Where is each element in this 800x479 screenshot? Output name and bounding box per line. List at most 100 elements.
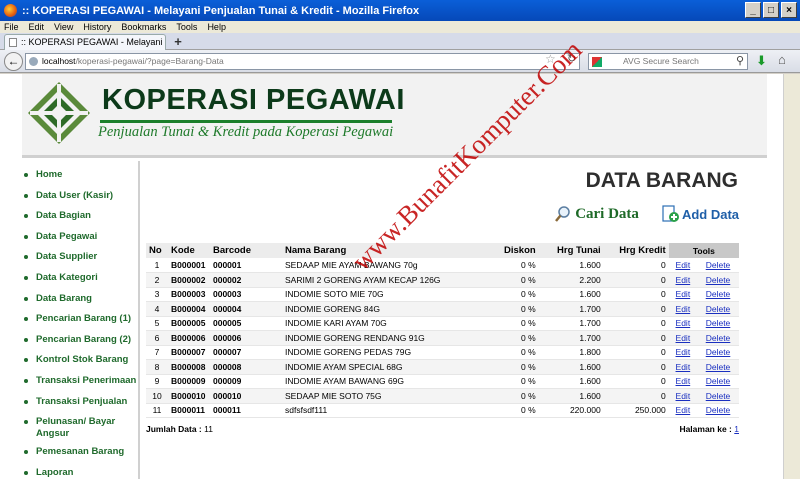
table-row: 11 B000011 000011 sdfsfsdf111 0 % 220.000 250.…	[146, 403, 739, 418]
cell-hrg-tunai: 1.600	[538, 287, 604, 302]
menu-file[interactable]: File	[4, 21, 19, 33]
edit-link[interactable]: Edit	[676, 304, 691, 314]
cell-nama-barang: INDOMIE GORENG PEDAS 79G	[282, 345, 501, 360]
cell-diskon: 0 %	[501, 388, 539, 404]
menu-view[interactable]: View	[54, 21, 73, 33]
cell-diskon: 0 %	[501, 287, 539, 302]
delete-link[interactable]: Delete	[706, 260, 731, 270]
browser-tab[interactable]: :: KOPERASI PEGAWAI - Melayani Penjualan…	[4, 34, 166, 50]
cell-hrg-tunai: 1.600	[538, 374, 604, 389]
pagination: Halaman ke : 1	[679, 424, 739, 434]
new-tab-button[interactable]: +	[170, 35, 186, 49]
menu-bookmarks[interactable]: Bookmarks	[121, 21, 166, 33]
cell-kode: B000008	[168, 359, 210, 375]
sidebar-item-data-pegawai[interactable]: Data Pegawai	[22, 231, 138, 252]
edit-link[interactable]: Edit	[676, 347, 691, 357]
delete-link[interactable]: Delete	[706, 275, 731, 285]
sidebar-item-data-supplier[interactable]: Data Supplier	[22, 251, 138, 272]
vertical-scrollbar[interactable]	[783, 74, 800, 479]
sidebar-item-kontrol-stok[interactable]: Kontrol Stok Barang	[22, 354, 138, 375]
edit-link[interactable]: Edit	[676, 405, 691, 415]
jumlah-data: Jumlah Data : 11	[146, 424, 213, 434]
search-data-button[interactable]: Cari Data	[554, 205, 639, 223]
cell-hrg-tunai: 1.700	[538, 301, 604, 317]
table-row: 4 B000004 000004 INDOMIE GORENG 84G 0 % 1.700…	[146, 301, 739, 317]
edit-link[interactable]: Edit	[676, 376, 691, 386]
menu-help[interactable]: Help	[207, 21, 226, 33]
search-input[interactable]: AVG Secure Search ⚲	[588, 53, 748, 70]
reload-icon[interactable]: ↻	[567, 52, 576, 65]
delete-link[interactable]: Delete	[706, 318, 731, 328]
col-diskon: Diskon	[501, 243, 539, 258]
search-icon[interactable]: ⚲	[736, 54, 744, 69]
menu-edit[interactable]: Edit	[29, 21, 45, 33]
edit-link[interactable]: Edit	[676, 362, 691, 372]
table-row: 2 B000002 000002 SARIMI 2 GORENG AYAM KECAP…	[146, 272, 739, 288]
edit-link[interactable]: Edit	[676, 391, 691, 401]
close-button[interactable]: ×	[781, 2, 797, 18]
minimize-button[interactable]: _	[745, 2, 761, 18]
table-row: 9 B000009 000009 INDOMIE AYAM BAWANG 69G 0 %…	[146, 374, 739, 389]
sidebar-item-home[interactable]: Home	[22, 169, 138, 190]
delete-link[interactable]: Delete	[706, 347, 731, 357]
delete-link[interactable]: Delete	[706, 405, 731, 415]
cell-edit: Edit	[668, 258, 698, 273]
jumlah-data-label: Jumlah Data :	[146, 424, 202, 434]
address-bar[interactable]: localhost/koperasi-pegawai/?page=Barang-…	[25, 53, 580, 70]
edit-link[interactable]: Edit	[676, 289, 691, 299]
back-arrow-icon[interactable]: ←	[4, 52, 23, 71]
navigation-toolbar: ← localhost/koperasi-pegawai/?page=Baran…	[0, 50, 800, 73]
halaman-label: Halaman ke :	[679, 424, 732, 434]
sidebar-item-data-barang[interactable]: Data Barang	[22, 293, 138, 314]
sidebar-item-transaksi-penjualan[interactable]: Transaksi Penjualan	[22, 396, 138, 417]
cell-edit: Edit	[668, 287, 698, 302]
sidebar-item-data-kategori[interactable]: Data Kategori	[22, 272, 138, 293]
sidebar-item-pemesanan-barang[interactable]: Pemesanan Barang	[22, 446, 138, 467]
sidebar-item-data-user[interactable]: Data User (Kasir)	[22, 190, 138, 211]
sidebar-item-data-bagian[interactable]: Data Bagian	[22, 210, 138, 231]
edit-link[interactable]: Edit	[676, 260, 691, 270]
maximize-button[interactable]: □	[763, 2, 779, 18]
edit-link[interactable]: Edit	[676, 333, 691, 343]
page-link-1[interactable]: 1	[734, 424, 739, 434]
cell-diskon: 0 %	[501, 359, 539, 375]
col-tools: Tools	[668, 243, 739, 258]
add-data-button[interactable]: Add Data	[661, 205, 739, 223]
menu-tools[interactable]: Tools	[176, 21, 197, 33]
sidebar-item-pencarian-barang-2[interactable]: Pencarian Barang (2)	[22, 334, 138, 355]
cell-hrg-tunai: 1.700	[538, 316, 604, 331]
edit-link[interactable]: Edit	[676, 318, 691, 328]
cell-hrg-kredit: 0	[603, 330, 669, 346]
sidebar-item-pencarian-barang-1[interactable]: Pencarian Barang (1)	[22, 313, 138, 334]
home-icon[interactable]: ⌂	[778, 52, 786, 67]
delete-link[interactable]: Delete	[706, 333, 731, 343]
search-data-label: Cari Data	[575, 205, 639, 222]
menu-history[interactable]: History	[83, 21, 111, 33]
bookmark-star-icon[interactable]: ☆	[545, 52, 556, 66]
cell-diskon: 0 %	[501, 272, 539, 288]
cell-diskon: 0 %	[501, 345, 539, 360]
delete-link[interactable]: Delete	[706, 376, 731, 386]
cell-nama-barang: SEDAAP MIE AYAM BAWANG 70g	[282, 258, 501, 273]
cell-no: 4	[146, 301, 168, 317]
col-barcode: Barcode	[210, 243, 282, 258]
edit-link[interactable]: Edit	[676, 275, 691, 285]
sidebar-item-laporan[interactable]: Laporan	[22, 467, 138, 479]
cell-no: 7	[146, 345, 168, 360]
cell-edit: Edit	[668, 301, 698, 317]
col-no: No	[146, 243, 168, 258]
cell-no: 10	[146, 388, 168, 404]
download-arrow-icon[interactable]: ⬇	[756, 53, 767, 69]
cell-kode: B000011	[168, 403, 210, 418]
cell-kode: B000009	[168, 374, 210, 389]
delete-link[interactable]: Delete	[706, 362, 731, 372]
cell-barcode: 000004	[210, 301, 282, 317]
table-row: 1 B000001 000001 SEDAAP MIE AYAM BAWANG 70g…	[146, 258, 739, 273]
delete-link[interactable]: Delete	[706, 391, 731, 401]
delete-link[interactable]: Delete	[706, 289, 731, 299]
cell-kode: B000004	[168, 301, 210, 317]
cell-hrg-tunai: 1.800	[538, 345, 604, 360]
sidebar-item-transaksi-penerimaan[interactable]: Transaksi Penerimaan	[22, 375, 138, 396]
delete-link[interactable]: Delete	[706, 304, 731, 314]
sidebar-item-pelunasan[interactable]: Pelunasan/ Bayar Angsur	[22, 416, 138, 446]
